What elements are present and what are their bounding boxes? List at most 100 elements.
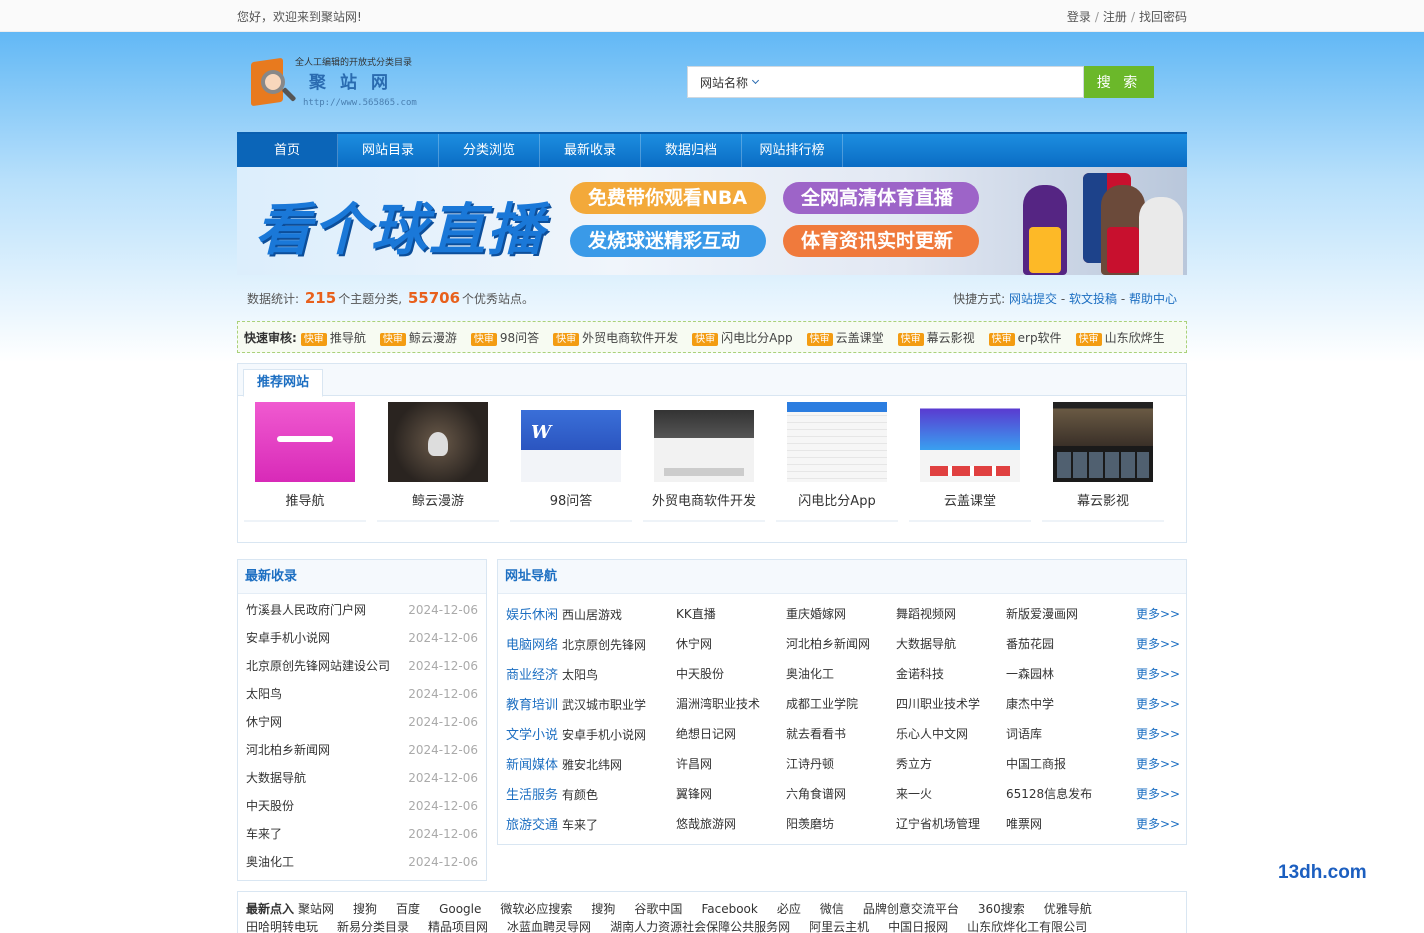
list-item[interactable]: 北京原创先锋网站建设公司 2024-12-06 (246, 652, 478, 680)
list-item[interactable]: 大数据导航 2024-12-06 (246, 764, 478, 792)
list-item[interactable]: 河北柏乡新闻网 2024-12-06 (246, 736, 478, 764)
submit-article-link[interactable]: 软文投稿 (1069, 292, 1117, 306)
site-link[interactable]: 北京原创先锋网 (562, 638, 646, 652)
submit-site-link[interactable]: 网站提交 (1009, 292, 1057, 306)
search-input[interactable] (769, 66, 1084, 98)
list-item[interactable]: 奥油化工 2024-12-06 (246, 848, 478, 876)
nav-ranking[interactable]: 网站排行榜 (742, 134, 843, 167)
more-link[interactable]: 更多>> (1136, 665, 1180, 682)
more-link[interactable]: 更多>> (1136, 635, 1180, 652)
site-link[interactable]: 西山居游戏 (562, 608, 622, 622)
quick-audit-item[interactable]: 快审 幕云影视 (897, 329, 975, 346)
quick-audit-item[interactable]: 快审 山东欣烨生 (1075, 329, 1165, 346)
site-link[interactable]: 康杰中学 (1006, 695, 1116, 712)
click-site-link[interactable]: 百度 (396, 902, 420, 916)
category-link[interactable]: 娱乐休闲 (506, 608, 558, 623)
site-link[interactable]: 中天股份 (676, 665, 786, 682)
click-site-link[interactable]: 微信 (820, 902, 844, 916)
ad-banner[interactable]: 看个球直播 免费带你观看NBA 全网高清体育直播 发烧球迷精彩互动 体育资讯实时… (237, 167, 1187, 275)
click-site-link[interactable]: 必应 (777, 902, 801, 916)
list-item[interactable]: 车来了 2024-12-06 (246, 820, 478, 848)
click-site-link[interactable]: 微软必应搜索 (500, 902, 572, 916)
list-item[interactable]: 太阳鸟 2024-12-06 (246, 680, 478, 708)
site-link[interactable]: 太阳鸟 (562, 668, 598, 682)
category-link[interactable]: 生活服务 (506, 788, 558, 803)
site-link[interactable]: 舞蹈视频网 (896, 605, 1006, 622)
nav-archive[interactable]: 数据归档 (641, 134, 742, 167)
site-link[interactable]: 翼锋网 (676, 785, 786, 802)
quick-audit-item[interactable]: 快审 98问答 (470, 329, 539, 346)
more-link[interactable]: 更多>> (1136, 815, 1180, 832)
site-link[interactable]: 武汉城市职业学 (562, 698, 646, 712)
click-site-link[interactable]: 湖南人力资源社会保障公共服务网 (610, 920, 790, 933)
site-link[interactable]: 词语库 (1006, 725, 1116, 742)
site-link[interactable]: 奥油化工 (786, 665, 896, 682)
category-link[interactable]: 文学小说 (506, 728, 558, 743)
list-item[interactable]: 竹溪县人民政府门户网 2024-12-06 (246, 596, 478, 624)
category-link[interactable]: 旅游交通 (506, 818, 558, 833)
click-site-link[interactable]: Facebook (701, 902, 757, 916)
site-link[interactable]: 六角食谱网 (786, 785, 896, 802)
nav-latest[interactable]: 最新收录 (540, 134, 641, 167)
site-link[interactable]: 安卓手机小说网 (562, 728, 646, 742)
site-link[interactable]: 大数据导航 (896, 635, 1006, 652)
click-site-link[interactable]: 360搜索 (978, 902, 1025, 916)
list-item[interactable]: 安卓手机小说网 2024-12-06 (246, 624, 478, 652)
click-site-link[interactable]: 新易分类目录 (337, 920, 409, 933)
nav-categories[interactable]: 分类浏览 (439, 134, 540, 167)
click-site-link[interactable]: 搜狗 (591, 902, 615, 916)
site-link[interactable]: 番茄花园 (1006, 635, 1116, 652)
recommended-site-card[interactable]: 鲸云漫游 (377, 402, 499, 522)
recover-password-link[interactable]: 找回密码 (1139, 10, 1187, 24)
site-link[interactable]: 车来了 (562, 818, 598, 832)
click-site-link[interactable]: 优雅导航 (1044, 902, 1092, 916)
register-link[interactable]: 注册 (1103, 10, 1127, 24)
recommended-site-card[interactable]: 推导航 (244, 402, 366, 522)
site-link[interactable]: 来一火 (896, 785, 1006, 802)
site-link[interactable]: 四川职业技术学 (896, 695, 1006, 712)
click-site-link[interactable]: 精品项目网 (428, 920, 488, 933)
site-link[interactable]: KK直播 (676, 605, 786, 622)
site-logo[interactable]: 全人工编辑的开放式分类目录 聚站网 http://www.565865.com (247, 52, 447, 116)
site-link[interactable]: 阳羡磨坊 (786, 815, 896, 832)
site-link[interactable]: 秀立方 (896, 755, 1006, 772)
category-link[interactable]: 电脑网络 (506, 638, 558, 653)
recommended-site-card[interactable]: 幕云影视 (1042, 402, 1164, 522)
category-link[interactable]: 教育培训 (506, 698, 558, 713)
search-button[interactable]: 搜 索 (1084, 66, 1154, 98)
login-link[interactable]: 登录 (1067, 10, 1091, 24)
help-center-link[interactable]: 帮助中心 (1129, 292, 1177, 306)
site-link[interactable]: 许昌网 (676, 755, 786, 772)
site-link[interactable]: 雅安北纬网 (562, 758, 622, 772)
site-link[interactable]: 新版爱漫画网 (1006, 605, 1116, 622)
site-link[interactable]: 河北柏乡新闻网 (786, 635, 896, 652)
site-link[interactable]: 绝想日记网 (676, 725, 786, 742)
click-site-link[interactable]: 聚站网 (298, 902, 334, 916)
tab-recommended[interactable]: 推荐网站 (243, 369, 324, 397)
site-link[interactable]: 悠哉旅游网 (676, 815, 786, 832)
more-link[interactable]: 更多>> (1136, 725, 1180, 742)
click-site-link[interactable]: 中国日报网 (888, 920, 948, 933)
nav-directory[interactable]: 网站目录 (338, 134, 439, 167)
quick-audit-item[interactable]: 快审 外贸电商软件开发 (553, 329, 678, 346)
site-link[interactable]: 江诗丹顿 (786, 755, 896, 772)
site-link[interactable]: 金诺科技 (896, 665, 1006, 682)
nav-home[interactable]: 首页 (237, 134, 338, 167)
click-site-link[interactable]: 阿里云主机 (809, 920, 869, 933)
list-item[interactable]: 休宁网 2024-12-06 (246, 708, 478, 736)
site-link[interactable]: 65128信息发布 (1006, 785, 1116, 802)
more-link[interactable]: 更多>> (1136, 785, 1180, 802)
recommended-site-card[interactable]: 闪电比分App (776, 402, 898, 522)
site-link[interactable]: 重庆婚嫁网 (786, 605, 896, 622)
site-link[interactable]: 乐心人中文网 (896, 725, 1006, 742)
site-link[interactable]: 中国工商报 (1006, 755, 1116, 772)
site-link[interactable]: 就去看看书 (786, 725, 896, 742)
category-link[interactable]: 新闻媒体 (506, 758, 558, 773)
site-link[interactable]: 一森园林 (1006, 665, 1116, 682)
site-link[interactable]: 成都工业学院 (786, 695, 896, 712)
search-type-select[interactable]: 网站名称 (687, 66, 769, 98)
recommended-site-card[interactable]: 外贸电商软件开发 (643, 402, 765, 522)
click-site-link[interactable]: 搜狗 (353, 902, 377, 916)
more-link[interactable]: 更多>> (1136, 755, 1180, 772)
click-site-link[interactable]: 山东欣烨化工有限公司 (967, 920, 1087, 933)
